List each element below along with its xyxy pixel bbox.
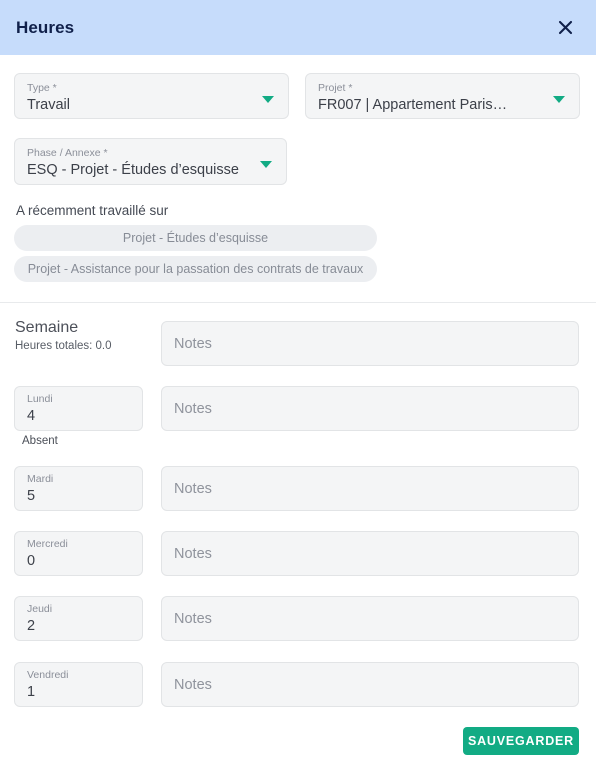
type-select-value: Travail: [27, 97, 70, 113]
day-value: 2: [27, 618, 36, 634]
day-hours-input-mercredi[interactable]: Mercredi 0: [14, 531, 143, 576]
day-value: 5: [27, 488, 36, 504]
day-value: 0: [27, 553, 36, 569]
day-label: Mercredi: [27, 538, 68, 550]
type-select-label: Type *: [27, 82, 57, 94]
day-hours-input-vendredi[interactable]: Vendredi 1: [14, 662, 143, 707]
week-title: Semaine: [15, 319, 79, 336]
day-notes-placeholder: Notes: [174, 400, 212, 417]
day-label: Jeudi: [27, 603, 53, 615]
day-notes-placeholder: Notes: [174, 676, 212, 693]
day-label: Lundi: [27, 393, 53, 405]
phase-annexe-select-value: ESQ - Projet - Études d’esquisse: [27, 162, 239, 178]
day-hours-input-lundi[interactable]: Lundi 4: [14, 386, 143, 431]
projet-select[interactable]: Projet * FR007 | Appartement Paris…: [305, 73, 580, 119]
day-notes-input-vendredi[interactable]: Notes: [161, 662, 579, 707]
recent-chip[interactable]: Projet - Études d’esquisse: [14, 225, 377, 251]
day-value: 1: [27, 684, 36, 700]
day-notes-placeholder: Notes: [174, 480, 212, 497]
page-title: Heures: [16, 17, 75, 37]
day-hours-input-jeudi[interactable]: Jeudi 2: [14, 596, 143, 641]
recent-chip[interactable]: Projet - Assistance pour la passation de…: [14, 256, 377, 282]
close-icon[interactable]: [552, 15, 578, 41]
week-total-hours: Heures totales: 0.0: [15, 340, 112, 352]
day-label: Mardi: [27, 473, 54, 485]
day-notes-input-mercredi[interactable]: Notes: [161, 531, 579, 576]
hours-dialog: Heures Type * Travail Projet * FR007 | A…: [0, 0, 596, 771]
save-button[interactable]: SAUVEGARDER: [463, 727, 579, 755]
phase-annexe-select[interactable]: Phase / Annexe * ESQ - Projet - Études d…: [14, 138, 287, 185]
week-notes-input[interactable]: Notes: [161, 321, 579, 366]
day-notes-placeholder: Notes: [174, 610, 212, 627]
recent-section-title: A récemment travaillé sur: [16, 203, 169, 218]
chevron-down-icon: [262, 96, 274, 103]
chevron-down-icon: [553, 96, 565, 103]
day-status-lundi: Absent: [22, 435, 58, 447]
day-notes-input-mardi[interactable]: Notes: [161, 466, 579, 511]
dialog-header: Heures: [0, 0, 596, 55]
day-notes-placeholder: Notes: [174, 545, 212, 562]
projet-select-label: Projet *: [318, 82, 353, 94]
day-hours-input-mardi[interactable]: Mardi 5: [14, 466, 143, 511]
section-divider: [0, 302, 596, 303]
day-value: 4: [27, 408, 36, 424]
day-label: Vendredi: [27, 669, 69, 681]
type-select[interactable]: Type * Travail: [14, 73, 289, 119]
day-notes-input-lundi[interactable]: Notes: [161, 386, 579, 431]
projet-select-value: FR007 | Appartement Paris…: [318, 97, 508, 113]
day-notes-input-jeudi[interactable]: Notes: [161, 596, 579, 641]
chevron-down-icon: [260, 161, 272, 168]
phase-annexe-select-label: Phase / Annexe *: [27, 147, 108, 159]
week-notes-placeholder: Notes: [174, 335, 212, 352]
